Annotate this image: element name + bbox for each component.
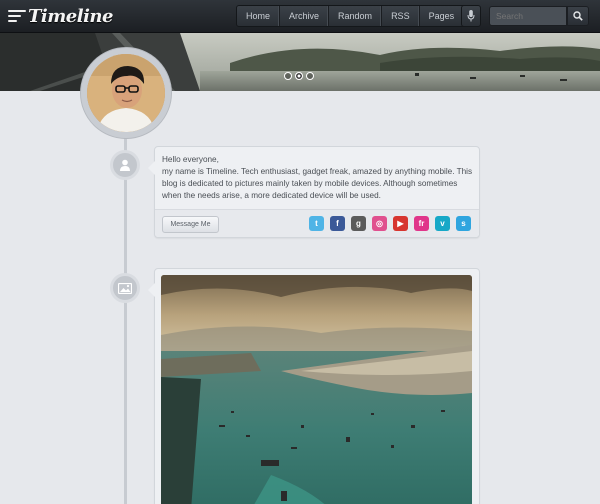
nav-archive[interactable]: Archive (280, 6, 330, 26)
nav-rss[interactable]: RSS (382, 6, 420, 26)
harbor-photo (161, 275, 472, 504)
twitter-icon[interactable]: t (309, 216, 324, 231)
post-photo[interactable] (161, 275, 472, 504)
top-bar: Timeline Home Archive Random RSS Pages (0, 0, 600, 33)
user-icon (120, 159, 130, 171)
search-button[interactable] (567, 6, 589, 26)
timeline-node-photo (110, 273, 140, 303)
slider-dot-3[interactable] (306, 72, 314, 80)
profile-avatar[interactable] (80, 47, 172, 139)
slider-dot-1[interactable] (284, 72, 292, 80)
main-nav: Home Archive Random RSS Pages (236, 5, 480, 27)
slider-dots (284, 72, 314, 80)
nav-random[interactable]: Random (329, 6, 383, 26)
intro-card-footer: Message Me t f g ◎ ▶ fr v s (155, 209, 479, 237)
search-input[interactable] (489, 6, 567, 26)
logo-text: Timeline (28, 5, 113, 27)
intro-text: Hello everyone, my name is Timeline. Tec… (162, 154, 477, 202)
image-icon (118, 282, 132, 294)
intro-post-card: Hello everyone, my name is Timeline. Tec… (148, 146, 480, 238)
intro-greeting: Hello everyone, (162, 155, 219, 164)
intro-body: my name is Timeline. Tech enthusiast, ga… (162, 167, 473, 200)
microphone-icon (467, 10, 475, 22)
message-me-button[interactable]: Message Me (162, 216, 219, 233)
timeline-node-profile (110, 150, 140, 180)
person-portrait (87, 54, 165, 132)
dribbble-icon[interactable]: ◎ (372, 216, 387, 231)
slider-dot-2[interactable] (295, 72, 303, 80)
card-pointer (148, 161, 155, 175)
timeline-lines-icon (8, 9, 26, 23)
google-plus-icon[interactable]: g (351, 216, 366, 231)
card-pointer (148, 283, 155, 297)
search-icon (573, 11, 583, 21)
social-links: t f g ◎ ▶ fr v s (309, 216, 471, 231)
nav-home[interactable]: Home (237, 6, 281, 26)
nav-pages-label: Pages (428, 11, 455, 21)
timeline-line (124, 125, 127, 504)
youtube-icon[interactable]: ▶ (393, 216, 408, 231)
avatar-photo (87, 54, 165, 132)
photo-post-card (148, 268, 480, 504)
flickr-icon[interactable]: fr (414, 216, 429, 231)
vimeo-icon[interactable]: v (435, 216, 450, 231)
facebook-icon[interactable]: f (330, 216, 345, 231)
skype-icon[interactable]: s (456, 216, 471, 231)
microphone-button[interactable] (461, 5, 481, 27)
site-logo[interactable]: Timeline (8, 4, 113, 28)
